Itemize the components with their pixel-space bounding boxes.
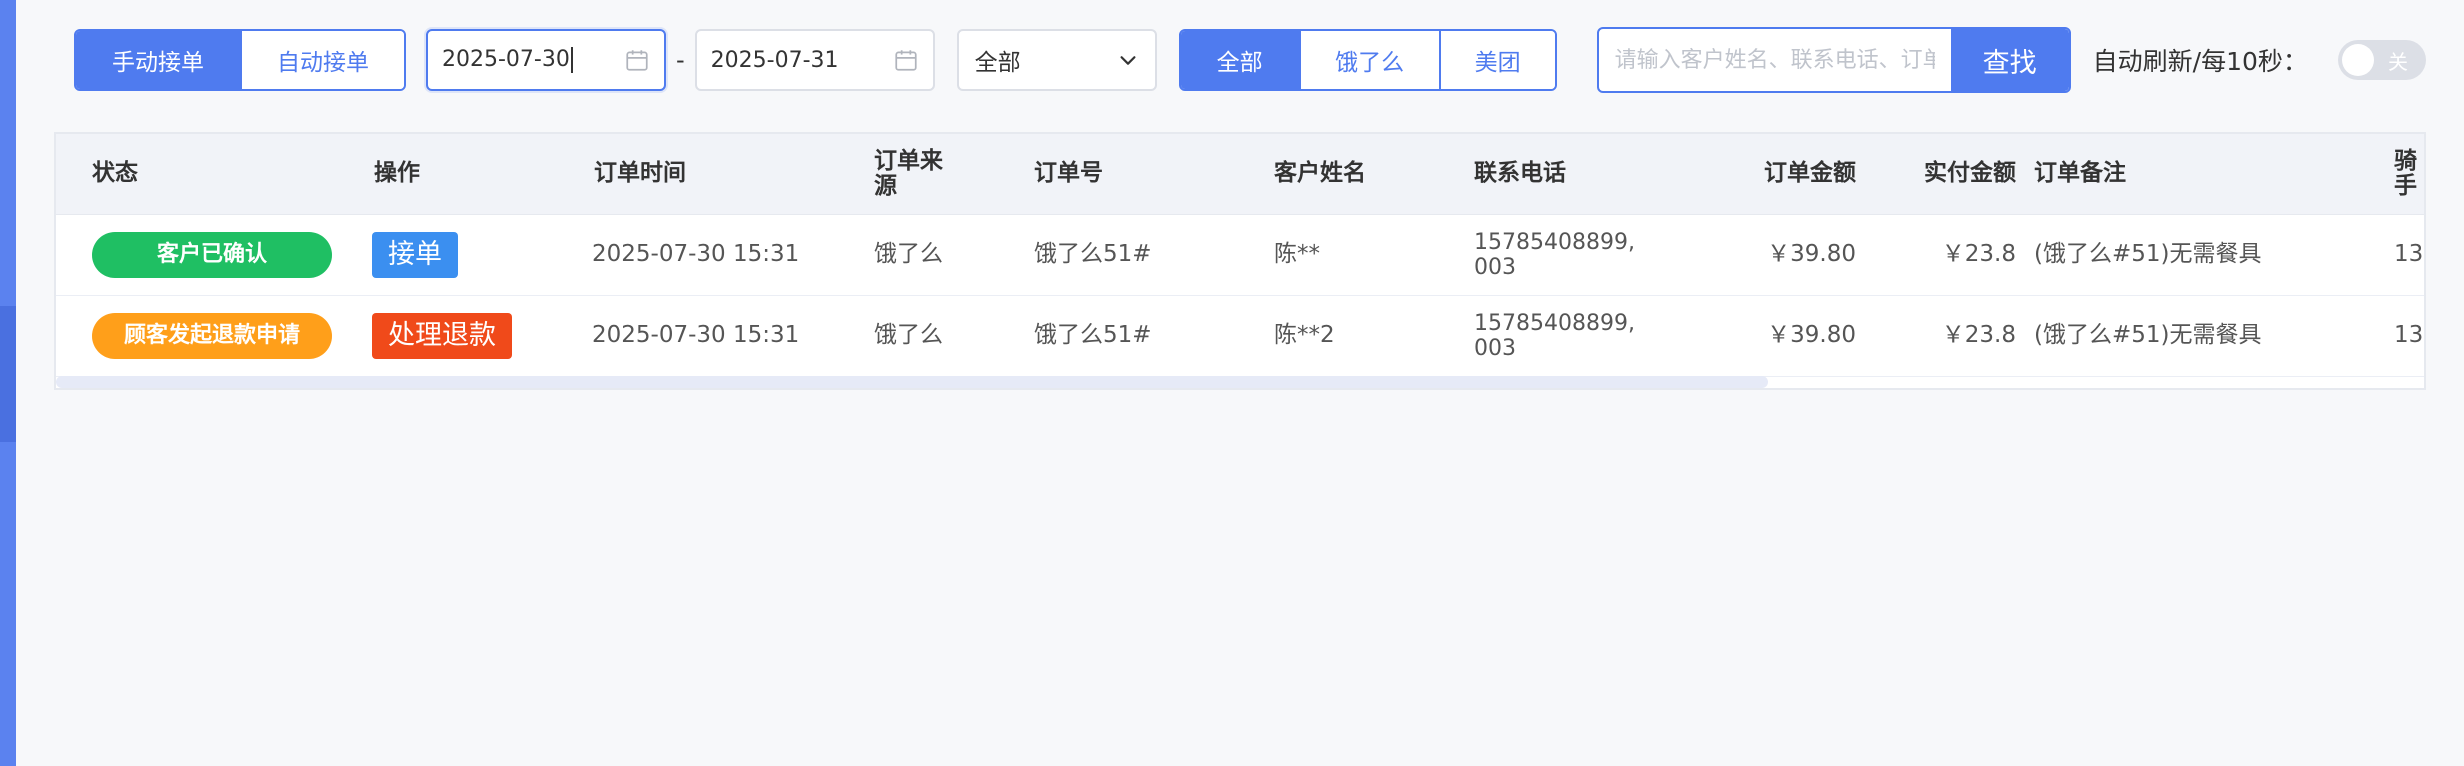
auto-refresh-toggle[interactable]: 关 <box>2338 40 2426 80</box>
paid-amount: ￥23.8 <box>1941 241 2016 268</box>
table-row: 顾客发起退款申请 处理退款 2025-07-30 15:31 饿了么 饿了么51… <box>56 296 2424 377</box>
order-source: 饿了么 <box>874 322 943 349</box>
header-amount: 订单金额 <box>1764 160 1856 187</box>
status-select[interactable]: 全部 <box>956 29 1157 91</box>
order-number: 饿了么51# <box>1034 241 1152 268</box>
horizontal-scrollbar[interactable] <box>56 376 1768 388</box>
start-date-value: 2025-07-30 <box>442 47 624 73</box>
accept-order-button[interactable]: 接单 <box>372 232 458 278</box>
header-status: 状态 <box>92 160 138 187</box>
customer-phone: 15785408899,003 <box>1474 310 1635 361</box>
header-customer: 客户姓名 <box>1274 160 1366 187</box>
order-source: 饿了么 <box>874 241 943 268</box>
order-time: 2025-07-30 15:31 <box>592 322 800 349</box>
source-filter-group: 全部 饿了么 美团 <box>1178 29 1557 91</box>
date-separator: - <box>676 46 685 74</box>
table-row: 客户已确认 接单 2025-07-30 15:31 饿了么 饿了么51# 陈**… <box>56 215 2424 296</box>
handle-refund-button[interactable]: 处理退款 <box>372 313 512 359</box>
header-paid: 实付金额 <box>1924 160 2016 187</box>
orders-table: 状态 操作 订单时间 订单来源 订单号 客户姓名 联系电话 订单金额 实付金额 … <box>54 132 2426 390</box>
toggle-knob <box>2342 44 2374 76</box>
auto-accept-tab[interactable]: 自动接单 <box>240 31 404 89</box>
rider-phone: 135 <box>2394 241 2424 268</box>
order-number: 饿了么51# <box>1034 322 1152 349</box>
filter-toolbar: 手动接单 自动接单 2025-07-30 - 2025-07-31 全部 全部 … <box>74 27 2308 93</box>
header-action: 操作 <box>374 160 420 187</box>
paid-amount: ￥23.8 <box>1941 322 2016 349</box>
toggle-state-label: 关 <box>2388 50 2408 74</box>
order-note: (饿了么#51)无需餐具 <box>2034 241 2262 268</box>
search-input[interactable] <box>1598 29 1951 91</box>
order-amount: ￥39.80 <box>1767 241 1856 268</box>
customer-name: 陈** <box>1274 241 1320 268</box>
side-nav-strip <box>0 0 16 766</box>
start-date-picker[interactable]: 2025-07-30 <box>426 29 666 91</box>
end-date-value: 2025-07-31 <box>710 47 839 73</box>
header-order-time: 订单时间 <box>594 160 686 187</box>
mode-toggle-group: 手动接单 自动接单 <box>74 29 406 91</box>
calendar-icon <box>895 50 917 71</box>
auto-refresh-label: 自动刷新/每10秒： <box>2092 47 2308 76</box>
status-badge: 客户已确认 <box>92 232 332 278</box>
header-phone: 联系电话 <box>1474 160 1566 187</box>
header-order-source: 订单来源 <box>874 147 943 199</box>
rider-phone: 135 <box>2394 322 2424 349</box>
order-time: 2025-07-30 15:31 <box>592 241 800 268</box>
status-badge: 顾客发起退款申请 <box>92 313 332 359</box>
search-button[interactable]: 查找 <box>1950 29 2069 91</box>
customer-name: 陈**2 <box>1274 322 1335 349</box>
order-amount: ￥39.80 <box>1767 322 1856 349</box>
header-order-no: 订单号 <box>1034 160 1103 187</box>
table-header: 状态 操作 订单时间 订单来源 订单号 客户姓名 联系电话 订单金额 实付金额 … <box>56 134 2424 215</box>
end-date-picker[interactable]: 2025-07-31 <box>694 29 935 91</box>
side-nav-active-band <box>0 306 16 442</box>
status-select-value: 全部 <box>974 50 1021 76</box>
search-box: 查找 <box>1596 27 2071 93</box>
order-note: (饿了么#51)无需餐具 <box>2034 322 2262 349</box>
source-meituan-tab[interactable]: 美团 <box>1438 31 1555 89</box>
header-note: 订单备注 <box>2034 160 2126 187</box>
customer-phone: 15785408899,003 <box>1474 229 1635 280</box>
manual-accept-tab[interactable]: 手动接单 <box>76 31 240 89</box>
chevron-down-icon <box>1120 56 1136 65</box>
calendar-icon <box>626 50 648 71</box>
source-all-tab[interactable]: 全部 <box>1180 31 1299 89</box>
header-rider: 骑手 <box>2394 147 2417 199</box>
source-eleme-tab[interactable]: 饿了么 <box>1298 31 1439 89</box>
